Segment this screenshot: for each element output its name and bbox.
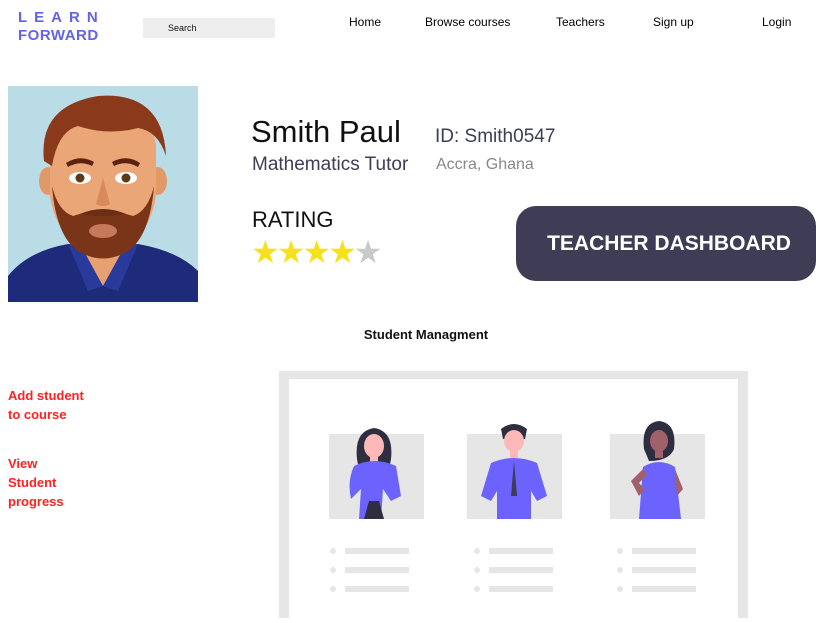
teacher-id: ID: Smith0547 xyxy=(435,126,556,147)
view-progress-line-2: Student xyxy=(8,475,57,490)
star-filled-icon: ★ xyxy=(251,234,280,270)
search-input[interactable] xyxy=(143,18,275,38)
rating-stars: ★★★★★ xyxy=(251,234,383,270)
nav-browse-courses[interactable]: Browse courses xyxy=(425,15,510,29)
teacher-portrait-illustration xyxy=(8,86,198,302)
student-card-1[interactable] xyxy=(329,428,424,519)
star-filled-icon: ★ xyxy=(328,234,357,270)
nav-teachers[interactable]: Teachers xyxy=(556,15,605,29)
logo-forward[interactable]: FORWARD xyxy=(18,27,99,44)
logo-learn[interactable]: LEARN xyxy=(18,9,105,26)
add-student-line-2: to course xyxy=(8,407,67,422)
nav-login[interactable]: Login xyxy=(762,15,791,29)
students-illustration xyxy=(279,371,748,618)
section-title: Student Managment xyxy=(363,327,489,342)
nav-home[interactable]: Home xyxy=(349,15,381,29)
view-progress-line-1: View xyxy=(8,456,38,471)
teacher-dashboard-button[interactable]: TEACHER DASHBOARD xyxy=(516,206,816,281)
search-placeholder: Search xyxy=(168,23,197,33)
teacher-avatar xyxy=(8,86,198,302)
nav-sign-up[interactable]: Sign up xyxy=(653,15,694,29)
add-student-line-1: Add student xyxy=(8,388,84,403)
student-card-2[interactable] xyxy=(467,424,562,519)
view-student-progress-link[interactable]: View Student progress xyxy=(8,454,64,511)
teacher-location: Accra, Ghana xyxy=(436,156,534,173)
star-filled-icon: ★ xyxy=(302,234,331,270)
view-progress-line-3: progress xyxy=(8,494,64,509)
teacher-name: Smith Paul xyxy=(251,114,401,149)
star-empty-icon: ★ xyxy=(353,234,383,270)
rating-label: RATING xyxy=(252,207,334,232)
star-filled-icon: ★ xyxy=(276,234,306,270)
add-student-to-course-link[interactable]: Add student to course xyxy=(8,386,84,424)
student-card-3[interactable] xyxy=(610,421,705,519)
teacher-role: Mathematics Tutor xyxy=(252,154,409,175)
